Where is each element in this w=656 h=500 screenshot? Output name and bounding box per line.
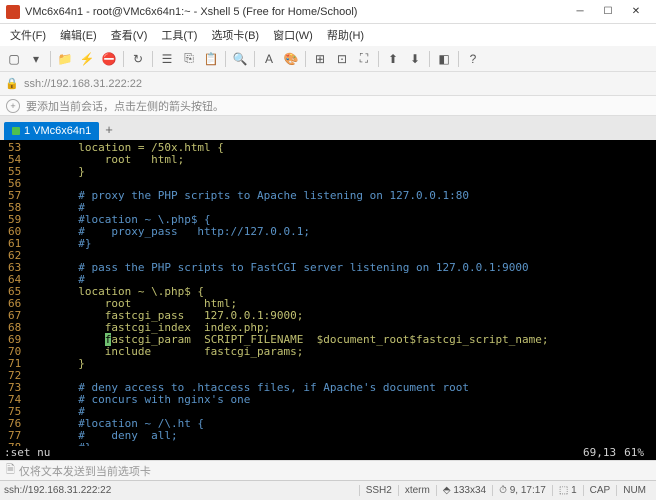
copy-icon[interactable]: ⎘ <box>179 49 199 69</box>
upload-icon[interactable]: ⬆ <box>383 49 403 69</box>
separator <box>225 51 226 67</box>
send-hint-text: 仅将文本发送到当前选项卡 <box>19 463 151 479</box>
view1-icon[interactable]: ⊞ <box>310 49 330 69</box>
status-time: ⏱ 9, 17:17 <box>492 485 552 496</box>
send-hint-bar: 🗎 仅将文本发送到当前选项卡 <box>0 460 656 480</box>
font-icon[interactable]: A <box>259 49 279 69</box>
tab-label: 1 VMc6x64n1 <box>24 125 91 137</box>
new-icon[interactable]: ▢ <box>4 49 24 69</box>
terminal-editor[interactable]: 5354555657585960616263646566676869707172… <box>0 140 656 446</box>
menu-item[interactable]: 工具(T) <box>155 25 203 45</box>
status-ssh: SSH2 <box>359 485 398 496</box>
help-icon[interactable]: ? <box>463 49 483 69</box>
status-connection: ssh://192.168.31.222:22 <box>4 485 359 496</box>
open-icon[interactable]: 📁 <box>55 49 75 69</box>
hint-text: 要添加当前会话，点击左侧的箭头按钮。 <box>26 98 224 114</box>
lock-icon: 🔒 <box>4 76 20 92</box>
tabbar: 1 VMc6x64n1 + <box>0 116 656 140</box>
separator <box>378 51 379 67</box>
separator <box>152 51 153 67</box>
status-cap: CAP <box>583 485 617 496</box>
minimize-button[interactable]: ─ <box>566 2 594 22</box>
statusbar: ssh://192.168.31.222:22 SSH2 xterm ⬘ 133… <box>0 480 656 500</box>
titlebar: VMc6x64n1 - root@VMc6x64n1:~ - Xshell 5 … <box>0 0 656 24</box>
menubar: 文件(F)编辑(E)查看(V)工具(T)选项卡(B)窗口(W)帮助(H) <box>0 24 656 46</box>
scroll-percent: 61% <box>624 446 644 460</box>
app-icon <box>6 5 20 19</box>
status-sessions: ⬚ 1 <box>552 485 583 496</box>
session-hint-bar: + 要添加当前会话，点击左侧的箭头按钮。 <box>0 96 656 116</box>
status-term: xterm <box>398 485 436 496</box>
paste-icon[interactable]: 📋 <box>201 49 221 69</box>
menu-item[interactable]: 文件(F) <box>4 25 52 45</box>
doc-icon: 🗎 <box>6 461 15 480</box>
reconnect-icon[interactable]: ↻ <box>128 49 148 69</box>
script-icon[interactable]: ◧ <box>434 49 454 69</box>
dropdown-icon[interactable]: ▾ <box>26 49 46 69</box>
maximize-button[interactable]: ☐ <box>594 2 622 22</box>
addressbar: 🔒 ssh://192.168.31.222:22 <box>0 72 656 96</box>
view2-icon[interactable]: ⊡ <box>332 49 352 69</box>
session-tab[interactable]: 1 VMc6x64n1 <box>4 122 99 140</box>
cursor-position: 69,13 <box>583 446 616 460</box>
menu-item[interactable]: 帮助(H) <box>321 25 370 45</box>
toolbar: ▢ ▾ 📁 ⚡ ⛔ ↻ ☰ ⎘ 📋 🔍 A 🎨 ⊞ ⊡ ⛶ ⬆ ⬇ ◧ ? <box>0 46 656 72</box>
address-text[interactable]: ssh://192.168.31.222:22 <box>24 78 652 90</box>
separator <box>254 51 255 67</box>
separator <box>50 51 51 67</box>
window-title: VMc6x64n1 - root@VMc6x64n1:~ - Xshell 5 … <box>25 6 566 18</box>
menu-item[interactable]: 选项卡(B) <box>205 25 265 45</box>
color-icon[interactable]: 🎨 <box>281 49 301 69</box>
properties-icon[interactable]: ☰ <box>157 49 177 69</box>
code-area[interactable]: location = /50x.html { root html; } # pr… <box>25 140 555 446</box>
separator <box>123 51 124 67</box>
close-button[interactable]: ✕ <box>622 2 650 22</box>
separator <box>305 51 306 67</box>
find-icon[interactable]: 🔍 <box>230 49 250 69</box>
line-gutter: 5354555657585960616263646566676869707172… <box>0 140 25 446</box>
status-num: NUM <box>616 485 652 496</box>
fullscreen-icon[interactable]: ⛶ <box>354 49 374 69</box>
separator <box>458 51 459 67</box>
plus-icon[interactable]: + <box>6 99 20 113</box>
session-status-icon <box>12 127 20 135</box>
vim-command-line[interactable]: :set nu 69,13 61% <box>0 446 656 460</box>
window-controls: ─ ☐ ✕ <box>566 2 650 22</box>
menu-item[interactable]: 窗口(W) <box>267 25 319 45</box>
menu-item[interactable]: 查看(V) <box>105 25 154 45</box>
status-size: ⬘ 133x34 <box>436 485 492 496</box>
download-icon[interactable]: ⬇ <box>405 49 425 69</box>
add-tab-button[interactable]: + <box>99 119 119 140</box>
menu-item[interactable]: 编辑(E) <box>54 25 103 45</box>
cmd-text: :set nu <box>4 446 583 460</box>
disconnect-icon[interactable]: ⛔ <box>99 49 119 69</box>
separator <box>429 51 430 67</box>
connect-icon[interactable]: ⚡ <box>77 49 97 69</box>
